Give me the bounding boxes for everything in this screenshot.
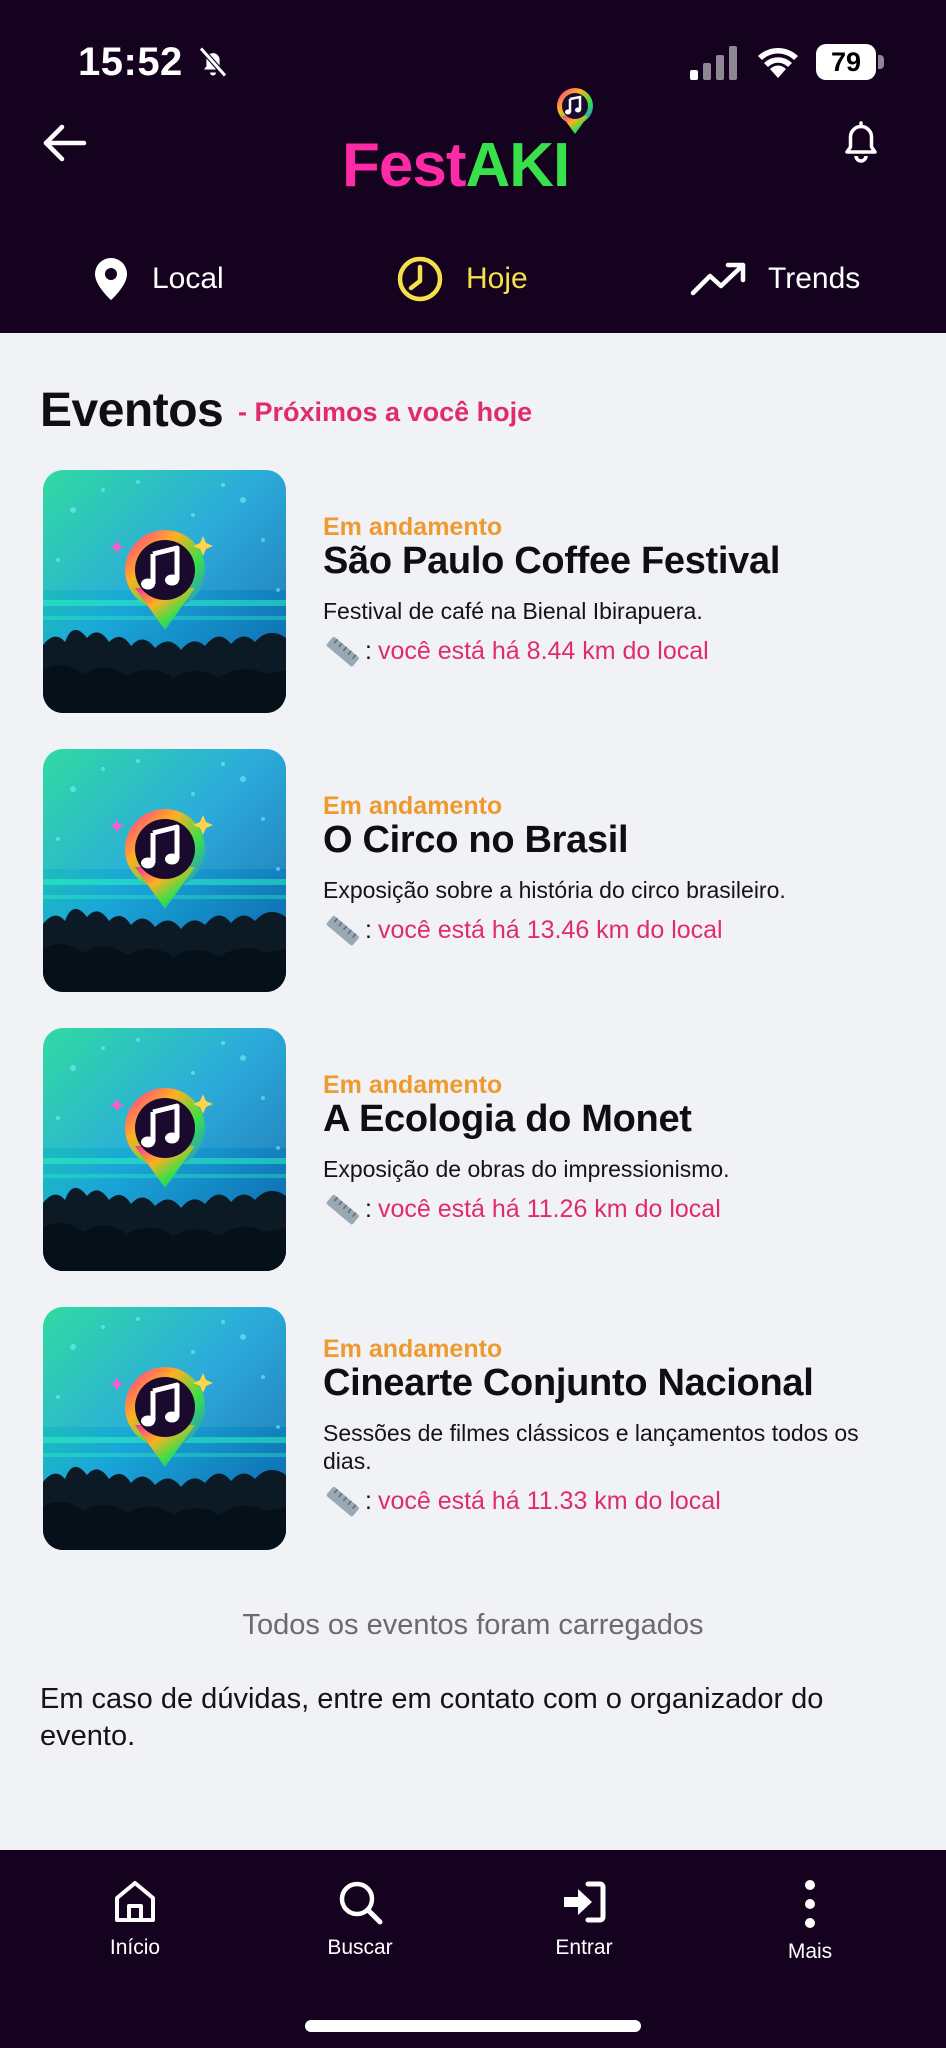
tab-hoje-label: Hoje: [466, 262, 528, 295]
contact-message: Em caso de dúvidas, entre em contato com…: [40, 1683, 824, 1752]
music-pin-icon: [557, 88, 593, 134]
tab-trends-label: Trends: [768, 262, 861, 295]
wifi-icon: [758, 48, 798, 78]
home-icon: [115, 1881, 155, 1922]
filter-tabs: Local Hoje Trends: [0, 248, 946, 310]
event-thumbnail: [43, 749, 286, 992]
section-subtitle: - Próximos a você hoje: [238, 397, 533, 427]
tab-local[interactable]: Local: [92, 248, 224, 310]
ruler-icon: [326, 636, 359, 667]
nav-buscar[interactable]: Buscar: [290, 1878, 430, 1960]
event-description: Sessões de filmes clássicos e lançamento…: [323, 1420, 859, 1474]
logo-text-fest: Fest: [342, 131, 466, 200]
event-description: Festival de café na Bienal Ibirapuera.: [323, 598, 703, 624]
event-description: Exposição de obras do impressionismo.: [323, 1156, 730, 1182]
nav-entrar[interactable]: Entrar: [514, 1878, 654, 1960]
event-distance: : você está há 11.26 km do local: [323, 1190, 721, 1228]
status-time: 15:52: [78, 40, 183, 84]
event-status: Em andamento: [323, 1335, 503, 1363]
tab-local-label: Local: [152, 262, 224, 295]
nav-mais-label: Mais: [787, 1940, 833, 1963]
tab-hoje[interactable]: Hoje: [396, 248, 528, 310]
trending-up-icon: [690, 262, 746, 296]
ruler-icon: [326, 1194, 359, 1225]
event-distance: : você está há 13.46 km do local: [323, 911, 723, 949]
event-title: Cinearte Conjunto Nacional: [323, 1362, 814, 1404]
ruler-icon: [326, 915, 359, 946]
event-distance-text: você está há 13.46 km do local: [377, 915, 723, 944]
nav-mais[interactable]: Mais: [740, 1878, 880, 1964]
section-title: Eventos: [40, 384, 224, 437]
app-header: 15:52 79 FestAKI Local Hoje Trends: [0, 0, 946, 333]
event-distance-text: você está há 8.44 km do local: [377, 636, 709, 665]
event-distance-text: você está há 11.33 km do local: [377, 1486, 721, 1515]
home-indicator[interactable]: [305, 2020, 641, 2032]
login-icon: [564, 1881, 606, 1923]
bell-off-icon: [199, 46, 227, 78]
battery-indicator: 79: [816, 44, 884, 80]
event-distance: : você está há 8.44 km do local: [323, 632, 709, 670]
notification-bell-icon[interactable]: [834, 114, 888, 168]
event-distance: : você está há 11.33 km do local: [323, 1482, 721, 1520]
location-pin-icon: [95, 258, 127, 300]
event-title: O Circo no Brasil: [323, 819, 629, 861]
event-status: Em andamento: [323, 1071, 503, 1099]
nav-inicio[interactable]: Início: [65, 1878, 205, 1960]
more-vertical-icon: [805, 1880, 815, 1928]
tab-trends[interactable]: Trends: [690, 248, 860, 310]
event-status: Em andamento: [323, 513, 503, 541]
all-loaded-message: Todos os eventos foram carregados: [242, 1609, 704, 1641]
event-thumbnail: [43, 1028, 286, 1271]
battery-level: 79: [816, 44, 876, 80]
search-icon: [339, 1881, 383, 1925]
bottom-navigation: Início Buscar Entrar Mais: [0, 1850, 946, 2048]
back-arrow-icon[interactable]: [40, 118, 90, 168]
ruler-icon: [326, 1486, 359, 1517]
cellular-signal-icon: [690, 46, 737, 80]
clock-icon: [397, 256, 443, 302]
event-description: Exposição sobre a história do circo bras…: [323, 877, 786, 903]
event-title: São Paulo Coffee Festival: [323, 540, 781, 582]
event-thumbnail: [43, 470, 286, 713]
nav-inicio-label: Início: [109, 1936, 161, 1959]
logo-text-aki: AKI: [465, 131, 570, 200]
event-distance-text: você está há 11.26 km do local: [377, 1194, 721, 1223]
event-status: Em andamento: [323, 792, 503, 820]
event-thumbnail: [43, 1307, 286, 1550]
nav-buscar-label: Buscar: [327, 1936, 393, 1959]
nav-entrar-label: Entrar: [555, 1936, 613, 1959]
app-logo: FestAKI: [342, 86, 602, 200]
event-title: A Ecologia do Monet: [323, 1098, 692, 1140]
